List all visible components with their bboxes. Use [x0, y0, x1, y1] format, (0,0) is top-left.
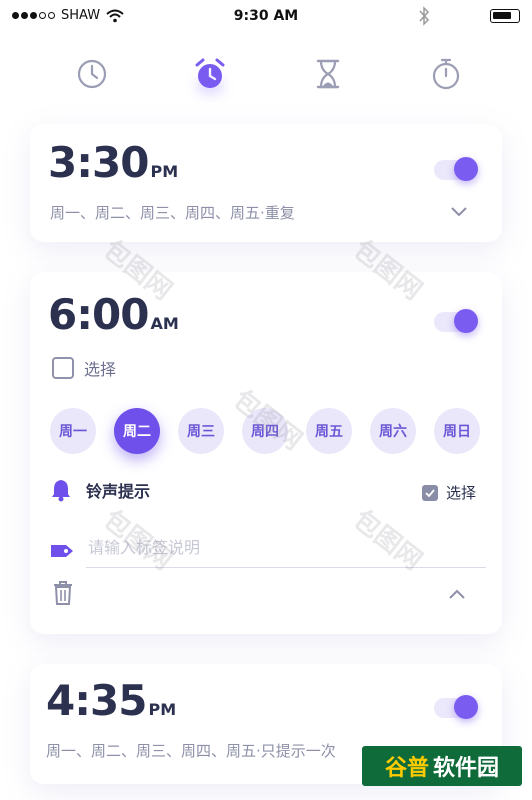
alarm-time-value: 3:30 — [48, 138, 149, 187]
alarm-time: 4:35 PM — [46, 676, 176, 725]
alarm-time-value: 6:00 — [48, 290, 149, 339]
brand-logo: 谷普 软件园 — [362, 746, 522, 786]
tab-alarm[interactable] — [188, 52, 232, 96]
tag-row — [50, 534, 486, 568]
alarm-repeat: 周一、周二、周三、周四、周五·只提示一次 — [46, 742, 336, 760]
alarm-toggle[interactable] — [434, 157, 478, 181]
clock-icon — [77, 59, 107, 89]
day-thu[interactable]: 周四 — [242, 408, 288, 454]
brand-part1: 谷普 — [384, 756, 429, 781]
toggle-knob — [454, 695, 478, 719]
alarm-card-expanded[interactable]: 6:00 AM 选择 周一 周二 周三 周四 周五 周六 周日 铃声提示 选择 — [30, 272, 502, 634]
trash-icon[interactable] — [52, 580, 74, 606]
day-mon[interactable]: 周一 — [50, 408, 96, 454]
alarm-time: 3:30 PM — [48, 138, 178, 187]
bluetooth-icon — [419, 6, 430, 26]
alarm-time-value: 4:35 — [46, 676, 147, 725]
hourglass-icon — [316, 59, 340, 89]
select-label: 选择 — [84, 360, 117, 379]
alarm-toggle[interactable] — [434, 309, 478, 333]
day-sat[interactable]: 周六 — [370, 408, 416, 454]
status-bar: SHAW 9:30 AM — [0, 0, 532, 34]
alarm-time: 6:00 AM — [48, 290, 179, 339]
day-selector: 周一 周二 周三 周四 周五 周六 周日 — [50, 408, 480, 454]
alarm-repeat: 周一、周二、周三、周四、周五·重复 — [50, 204, 295, 222]
ringtone-row[interactable]: 铃声提示 — [50, 478, 150, 502]
ringtone-select[interactable]: 选择 — [421, 482, 476, 503]
alarm-ampm: PM — [148, 700, 177, 719]
day-fri[interactable]: 周五 — [306, 408, 352, 454]
brand-part2: 软件园 — [433, 756, 500, 781]
check-icon[interactable] — [421, 484, 438, 501]
tab-timer[interactable] — [306, 52, 350, 96]
status-time: 9:30 AM — [233, 8, 299, 24]
battery-icon — [490, 9, 520, 23]
day-wed[interactable]: 周三 — [178, 408, 224, 454]
tag-icon — [51, 545, 73, 557]
select-checkbox[interactable] — [52, 357, 74, 379]
ringtone-label: 铃声提示 — [86, 482, 151, 501]
tag-input[interactable] — [86, 534, 486, 568]
alarm-icon — [195, 58, 225, 88]
tab-clock[interactable] — [70, 52, 114, 96]
alarm-ampm: PM — [150, 162, 179, 181]
chevron-up-icon[interactable] — [448, 588, 466, 600]
day-sun[interactable]: 周日 — [434, 408, 480, 454]
stopwatch-icon — [432, 58, 460, 90]
alarm-ampm: AM — [150, 314, 179, 333]
select-row[interactable]: 选择 — [52, 356, 116, 380]
day-tue[interactable]: 周二 — [114, 408, 160, 454]
tab-stopwatch[interactable] — [424, 52, 468, 96]
tab-bar — [0, 52, 532, 104]
bell-icon — [52, 480, 70, 502]
alarm-card[interactable]: 3:30 PM 周一、周二、周三、周四、周五·重复 — [30, 124, 502, 242]
toggle-knob — [454, 157, 478, 181]
toggle-knob — [454, 309, 478, 333]
alarm-toggle[interactable] — [434, 695, 478, 719]
ringtone-select-label: 选择 — [445, 484, 476, 502]
chevron-down-icon[interactable] — [450, 206, 468, 218]
